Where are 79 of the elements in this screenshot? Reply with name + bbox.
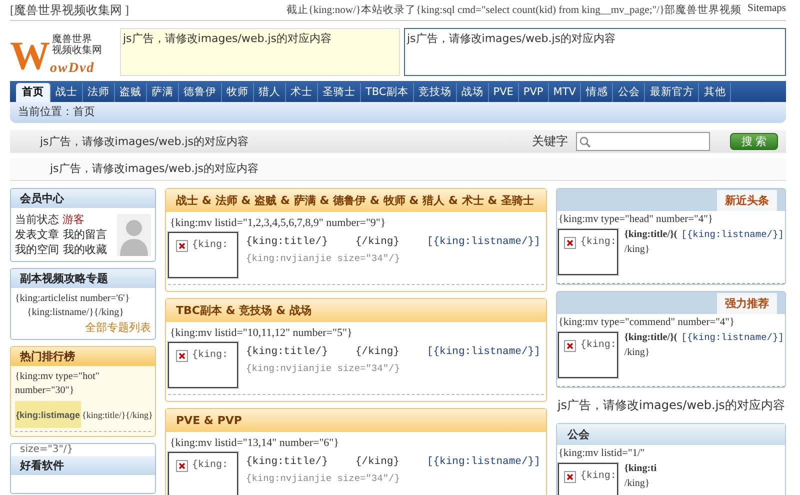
template-text: {king:mv listid="1/": [558, 448, 646, 459]
broken-image-icon: [564, 471, 576, 483]
ad-text: js广告，请修改images/web.js的对应内容: [40, 134, 250, 149]
template-text: {king:title/}: [246, 346, 328, 358]
search-icon: [579, 136, 591, 148]
panel-title: 好看软件: [11, 456, 155, 475]
breadcrumb: 当前位置：首页: [10, 102, 786, 123]
panel-tab[interactable]: 新近头条: [717, 190, 777, 211]
ad-banner: js广告，请修改images/web.js的对应内容: [120, 28, 400, 76]
status-value[interactable]: 游客: [62, 213, 84, 226]
template-text: {king:mv type="commend" number="4"}: [558, 317, 736, 328]
alt-text: {king:: [192, 350, 228, 361]
status-label: 当前状态: [15, 213, 59, 226]
broken-image-icon: [564, 340, 576, 352]
ad-text: js广告，请修改images/web.js的对应内容: [556, 397, 786, 414]
template-text: {king:mv listid="13,14" number="6"}: [169, 437, 340, 449]
site-name: [魔兽世界视频收集网 ]: [10, 2, 129, 18]
section-title: PVE & PVP: [166, 409, 546, 432]
logo-name: 魔兽世界: [52, 34, 93, 45]
ad-banner: js广告，请修改images/web.js的对应内容: [404, 28, 786, 76]
template-text: {king:title/}{/king}: [82, 408, 153, 422]
template-text: {/king}: [355, 346, 400, 358]
member-link[interactable]: 我的空间: [15, 242, 59, 257]
logo-wordmark: owDvd: [50, 62, 96, 76]
template-text: {king:nvjianjie size="34"/}: [246, 473, 401, 484]
template-text: {king:mv type="hot" number="30"}: [15, 370, 100, 398]
template-text: /king}: [624, 244, 651, 255]
search-field[interactable]: [576, 132, 710, 151]
template-text: {/king}: [355, 236, 400, 248]
template-text: {king:mv listid="1,2,3,4,5,6,7,8,9" number="9"}: [169, 217, 387, 229]
broken-image-icon: [176, 460, 188, 472]
panel-title: 副本视频攻略专题: [11, 269, 155, 288]
panel-tab[interactable]: 强力推荐: [717, 293, 777, 314]
template-text: {king:title/}: [246, 236, 328, 248]
broken-image-icon: [176, 350, 188, 362]
keyword-label: 关键字: [532, 133, 568, 150]
broken-image-icon: [176, 240, 188, 252]
member-link[interactable]: 发表文章: [15, 227, 59, 242]
ad-text: js广告，请修改images/web.js的对应内容: [10, 158, 786, 181]
alt-text: {king:: [580, 237, 616, 250]
template-text: {king:title/}: [246, 456, 328, 468]
category-link[interactable]: [{king:listname/}]: [426, 456, 540, 468]
category-link[interactable]: [{king:listname/}]: [681, 229, 784, 240]
sitemaps-link[interactable]: Sitemaps: [748, 3, 786, 17]
template-text: {king:title/}(: [624, 332, 678, 343]
template-text: /king}: [624, 347, 651, 358]
category-link[interactable]: [{king:listname/}]: [426, 346, 540, 358]
overflow-text: size="3"/}: [19, 444, 74, 456]
logo-letter: W: [10, 36, 50, 76]
section-title: 战士 & 法师 & 盗贼 & 萨满 & 德鲁伊 & 牧师 & 猎人 & 术士 & 圣骑士: [166, 189, 546, 212]
panel-title: 公会: [557, 424, 785, 445]
panel-title: 热门排行榜: [11, 347, 155, 366]
template-text: {king:mv type="head" number="4"}: [558, 214, 714, 225]
category-link[interactable]: [{king:listname/}]: [426, 236, 540, 248]
template-text: {/king}: [355, 456, 400, 468]
search-button[interactable]: 搜 索: [730, 133, 778, 150]
alt-text: {king:listimage: [16, 410, 80, 420]
template-text: {king:ti: [624, 463, 657, 474]
template-text: {king:listname/}{/king}: [26, 306, 125, 320]
alt-text: {king:: [192, 460, 228, 471]
section-title: TBC副本 & 竞技场 & 战场: [166, 299, 546, 322]
nav-tab[interactable]: 首页: [16, 83, 51, 102]
broken-image-icon: [564, 237, 576, 249]
category-link[interactable]: [{king:listname/}]: [681, 332, 784, 343]
alt-text: {king:: [580, 471, 616, 484]
site-stats-text: 截止{king:now/}本站收录了{king:sql cmd="select count(kid) from king__mv_page;"/}部魔兽世界视频: [286, 3, 742, 17]
template-text: {king:nvjianjie size="34"/}: [246, 253, 401, 264]
alt-text: {king:: [580, 340, 616, 353]
template-text: {king:nvjianjie size="34"/}: [246, 363, 401, 374]
alt-text: {king:: [192, 240, 228, 251]
template-text: {king:articlelist number='6'}: [15, 292, 131, 306]
member-link[interactable]: 我的收藏: [63, 242, 107, 257]
panel-title: 会员中心: [11, 189, 155, 208]
logo-name: 视频收集网: [52, 45, 103, 56]
template-text: {king:mv listid="10,11,12" number="5"}: [169, 327, 354, 339]
member-link[interactable]: 我的留言: [63, 227, 107, 242]
template-text: /king}: [624, 478, 651, 489]
template-text: {king:title/}(: [624, 229, 678, 240]
avatar-silhouette-icon: [117, 214, 151, 256]
